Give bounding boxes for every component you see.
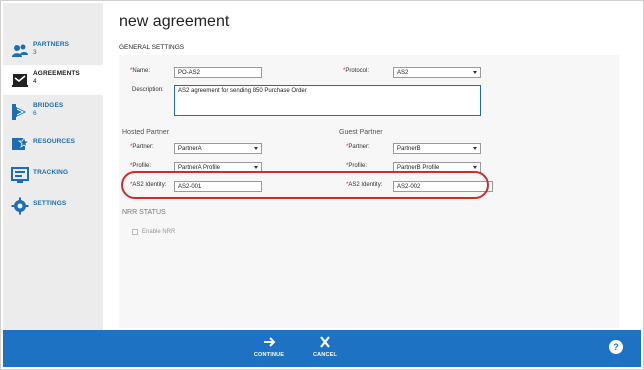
sidebar-item-label: PARTNERS [33,41,70,48]
description-field[interactable]: AS2 agreement for sending 850 Purchase O… [174,85,481,116]
protocol-select[interactable]: AS2 [393,67,481,78]
general-settings-panel: *Name: PO-AS2 *Protocol: AS2 Description… [119,55,619,328]
hosted-profile-label: *Profile: [130,163,152,169]
hosted-partner-value: PartnerA [178,146,202,152]
main-content: new agreement GENERAL SETTINGS *Name: PO… [103,3,641,330]
hosted-partner-title: Hosted Partner [122,129,170,136]
hosted-profile-value: PartnerA Profile [178,165,221,171]
hosted-partner-label: *Partner: [130,144,154,150]
chevron-down-icon [254,147,258,150]
sidebar-item-label: SETTINGS [33,200,67,207]
name-field[interactable]: PO-AS2 [174,67,262,78]
guest-identity-label: *AS2 Identity: [346,182,383,188]
chevron-down-icon [473,71,477,74]
continue-button[interactable]: CONTINUE [244,335,294,358]
tracking-icon [11,167,29,183]
sidebar-item-tracking[interactable]: TRACKING [3,160,103,190]
hosted-partner-select[interactable]: PartnerA [174,143,262,154]
sidebar-item-partners[interactable]: PARTNERS 3 [3,36,103,66]
guest-partner-title: Guest Partner [339,129,383,136]
partners-icon [12,44,28,57]
nrr-status-title: NRR STATUS [122,209,166,216]
sidebar-item-resources[interactable]: RESOURCES [3,129,103,159]
guest-profile-value: PartnerB Profile [397,165,440,171]
enable-nrr-label: Enable NRR [142,229,176,235]
sidebar-item-label: BRIDGES [33,102,64,109]
close-icon [320,336,330,348]
cancel-button[interactable]: CANCEL [300,335,350,358]
chevron-down-icon [254,166,258,169]
guest-profile-select[interactable]: PartnerB Profile [393,162,481,173]
hosted-profile-select[interactable]: PartnerA Profile [174,162,262,173]
sidebar-item-label: TRACKING [33,169,69,176]
guest-partner-value: PartnerB [397,146,421,152]
sidebar-item-count: 6 [33,110,37,117]
resources-icon [12,135,29,150]
guest-identity-field[interactable]: AS2-002 [393,181,493,192]
protocol-label: *Protocol: [343,68,370,74]
footer-bar: CONTINUE CANCEL ? [3,330,641,367]
sidebar: PARTNERS 3 AGREEMENTS 4 BRIDGES 6 RESOUR… [3,3,103,330]
sidebar-item-bridges[interactable]: BRIDGES 6 [3,97,103,127]
sidebar-item-settings[interactable]: SETTINGS [3,191,103,221]
hosted-identity-label: *AS2 Identity: [130,182,167,188]
chevron-down-icon [473,147,477,150]
sidebar-item-label: RESOURCES [33,138,76,145]
sidebar-item-label: AGREEMENTS [33,70,80,77]
guest-profile-label: *Profile: [346,163,368,169]
section-title: GENERAL SETTINGS [119,44,185,51]
continue-label: CONTINUE [253,352,285,358]
settings-icon [11,197,29,215]
chevron-down-icon [473,166,477,169]
page-title: new agreement [119,13,230,30]
name-label: *Name: [130,68,151,74]
sidebar-item-count: 4 [33,78,37,85]
cancel-label: CANCEL [312,352,338,358]
hosted-identity-field[interactable]: AS2-001 [174,181,262,192]
agreements-icon [12,74,28,87]
arrow-right-icon [264,337,276,347]
bridges-icon [12,104,26,120]
guest-partner-label: *Partner: [346,144,370,150]
help-button[interactable]: ? [609,340,623,354]
description-label: Description: [132,87,164,93]
guest-partner-select[interactable]: PartnerB [393,143,481,154]
sidebar-item-count: 3 [33,49,37,56]
enable-nrr-checkbox[interactable] [132,229,138,235]
sidebar-item-agreements[interactable]: AGREEMENTS 4 [3,65,103,95]
protocol-select-value: AS2 [397,70,409,76]
